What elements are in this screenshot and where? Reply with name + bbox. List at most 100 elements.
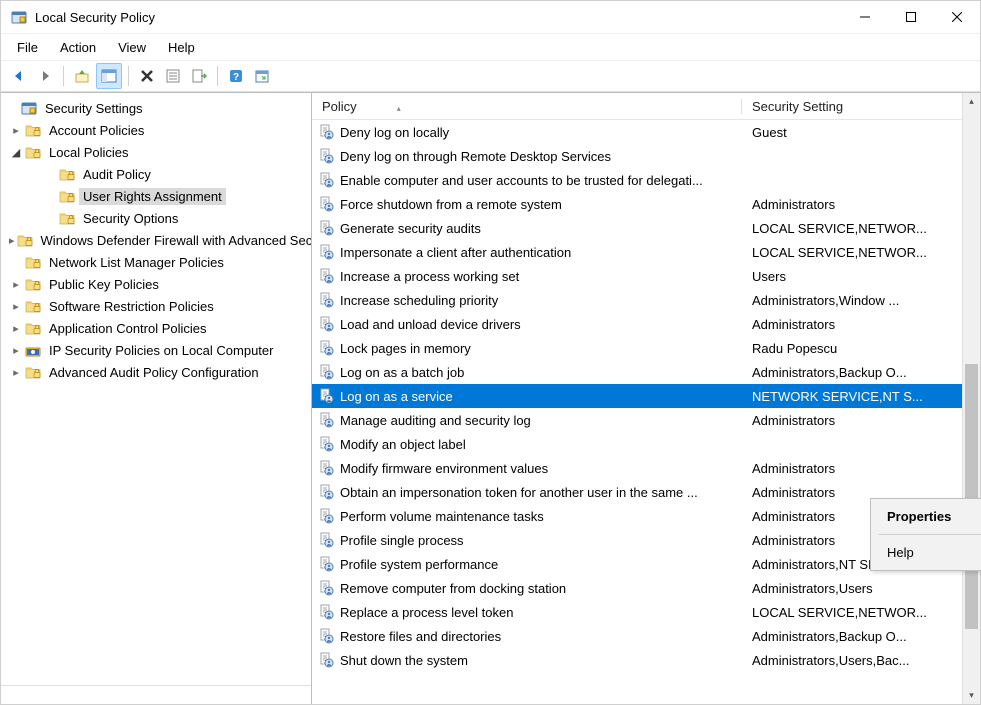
- list-row[interactable]: Remove computer from docking station Adm…: [312, 576, 962, 600]
- policy-icon: [318, 124, 334, 140]
- navigation-tree[interactable]: Security Settings ▸ Account Policies ◢ L…: [1, 93, 311, 685]
- list-row[interactable]: Load and unload device drivers Administr…: [312, 312, 962, 336]
- delete-button[interactable]: [135, 64, 159, 88]
- maximize-button[interactable]: [888, 1, 934, 33]
- tree-item-windows-defender-firewall-with-advanced-security[interactable]: ▸ Windows Defender Firewall with Advance…: [1, 229, 311, 251]
- tree-item-account-policies[interactable]: ▸ Account Policies: [1, 119, 311, 141]
- policy-icon: [318, 196, 334, 212]
- minimize-button[interactable]: [842, 1, 888, 33]
- menu-help[interactable]: Help: [158, 38, 205, 57]
- show-hide-tree-button[interactable]: [96, 63, 122, 89]
- tree-item-audit-policy[interactable]: Audit Policy: [1, 163, 311, 185]
- list-row[interactable]: Replace a process level token LOCAL SERV…: [312, 600, 962, 624]
- list-row[interactable]: Log on as a service NETWORK SERVICE,NT S…: [312, 384, 962, 408]
- list-row[interactable]: Force shutdown from a remote system Admi…: [312, 192, 962, 216]
- context-menu-properties[interactable]: Properties: [873, 501, 981, 532]
- column-header-policy[interactable]: Policy▴: [312, 95, 742, 118]
- policy-icon: [318, 484, 334, 500]
- setting-cell: Administrators,Users: [742, 581, 962, 596]
- tree-item-ip-security-policies-on-local-computer[interactable]: ▸ IP Security Policies on Local Computer: [1, 339, 311, 361]
- tree-item-label: Account Policies: [45, 122, 148, 139]
- tree-item-security-settings[interactable]: Security Settings: [1, 97, 311, 119]
- policy-cell: Increase a process working set: [312, 268, 742, 284]
- policy-icon: [318, 580, 334, 596]
- chevron-right-icon[interactable]: ▸: [9, 321, 23, 335]
- tree-item-user-rights-assignment[interactable]: User Rights Assignment: [1, 185, 311, 207]
- policy-icon: [318, 244, 334, 260]
- menu-action[interactable]: Action: [50, 38, 106, 57]
- list-row[interactable]: Modify an object label: [312, 432, 962, 456]
- close-button[interactable]: [934, 1, 980, 33]
- tree-item-network-list-manager-policies[interactable]: Network List Manager Policies: [1, 251, 311, 273]
- help-button[interactable]: ?: [224, 64, 248, 88]
- context-menu-help[interactable]: Help: [873, 537, 981, 568]
- policy-icon: [318, 604, 334, 620]
- tree-item-advanced-audit-policy-configuration[interactable]: ▸ Advanced Audit Policy Configuration: [1, 361, 311, 383]
- list-row[interactable]: Shut down the system Administrators,User…: [312, 648, 962, 672]
- menu-view[interactable]: View: [108, 38, 156, 57]
- list-row[interactable]: Manage auditing and security log Adminis…: [312, 408, 962, 432]
- folder-icon: [25, 342, 41, 358]
- setting-cell: Radu Popescu: [742, 341, 962, 356]
- policy-name: Generate security audits: [340, 221, 481, 236]
- up-level-button[interactable]: [70, 64, 94, 88]
- list-row[interactable]: Impersonate a client after authenticatio…: [312, 240, 962, 264]
- scroll-up-button[interactable]: ▴: [963, 93, 980, 110]
- list-row[interactable]: Modify firmware environment values Admin…: [312, 456, 962, 480]
- policy-cell: Perform volume maintenance tasks: [312, 508, 742, 524]
- list-row[interactable]: Restore files and directories Administra…: [312, 624, 962, 648]
- chevron-right-icon[interactable]: ▸: [9, 299, 23, 313]
- list-row[interactable]: Deny log on locally Guest: [312, 120, 962, 144]
- list-row[interactable]: Obtain an impersonation token for anothe…: [312, 480, 962, 504]
- setting-cell: LOCAL SERVICE,NETWOR...: [742, 245, 962, 260]
- policy-name: Load and unload device drivers: [340, 317, 521, 332]
- list-row[interactable]: Log on as a batch job Administrators,Bac…: [312, 360, 962, 384]
- chevron-right-icon[interactable]: ▸: [9, 343, 23, 357]
- tree-item-local-policies[interactable]: ◢ Local Policies: [1, 141, 311, 163]
- list-row[interactable]: Increase scheduling priority Administrat…: [312, 288, 962, 312]
- properties-button[interactable]: [161, 64, 185, 88]
- tree-item-public-key-policies[interactable]: ▸ Public Key Policies: [1, 273, 311, 295]
- toolbar-separator: [128, 66, 129, 86]
- chevron-right-icon[interactable]: ▸: [9, 365, 23, 379]
- policy-name: Modify an object label: [340, 437, 466, 452]
- chevron-down-icon[interactable]: ◢: [9, 145, 23, 159]
- policy-cell: Modify an object label: [312, 436, 742, 452]
- list-row[interactable]: Deny log on through Remote Desktop Servi…: [312, 144, 962, 168]
- folder-icon: [25, 122, 41, 138]
- export-button[interactable]: [187, 64, 211, 88]
- policy-icon: [318, 412, 334, 428]
- list-row[interactable]: Enable computer and user accounts to be …: [312, 168, 962, 192]
- back-button[interactable]: [7, 64, 31, 88]
- refresh-button[interactable]: [250, 64, 274, 88]
- folder-icon: [25, 364, 41, 380]
- forward-button[interactable]: [33, 64, 57, 88]
- list-row[interactable]: Lock pages in memory Radu Popescu: [312, 336, 962, 360]
- list-row[interactable]: Profile system performance Administrator…: [312, 552, 962, 576]
- list-row[interactable]: Profile single process Administrators: [312, 528, 962, 552]
- policy-name: Increase scheduling priority: [340, 293, 498, 308]
- tree-horizontal-scrollbar[interactable]: [1, 685, 311, 704]
- folder-icon: [59, 188, 75, 204]
- tree-item-security-options[interactable]: Security Options: [1, 207, 311, 229]
- column-header-setting[interactable]: Security Setting: [742, 95, 962, 118]
- chevron-right-icon[interactable]: ▸: [9, 123, 23, 137]
- svg-text:?: ?: [233, 72, 239, 83]
- scroll-down-button[interactable]: ▾: [963, 687, 980, 704]
- list-row[interactable]: Generate security audits LOCAL SERVICE,N…: [312, 216, 962, 240]
- tree-item-application-control-policies[interactable]: ▸ Application Control Policies: [1, 317, 311, 339]
- scroll-thumb[interactable]: [965, 364, 978, 629]
- list-row[interactable]: Perform volume maintenance tasks Adminis…: [312, 504, 962, 528]
- list-row[interactable]: Increase a process working set Users: [312, 264, 962, 288]
- chevron-right-icon[interactable]: ▸: [9, 233, 15, 247]
- vertical-scrollbar[interactable]: ▴ ▾: [962, 93, 980, 704]
- tree-item-software-restriction-policies[interactable]: ▸ Software Restriction Policies: [1, 295, 311, 317]
- list-body[interactable]: Deny log on locally Guest Deny log on th…: [312, 120, 962, 704]
- menu-file[interactable]: File: [7, 38, 48, 57]
- chevron-right-icon[interactable]: ▸: [9, 277, 23, 291]
- setting-cell: Administrators: [742, 197, 962, 212]
- tree-pane: Security Settings ▸ Account Policies ◢ L…: [1, 93, 312, 704]
- policy-cell: Log on as a service: [312, 388, 742, 404]
- scroll-track[interactable]: [963, 110, 980, 687]
- policy-icon: [318, 532, 334, 548]
